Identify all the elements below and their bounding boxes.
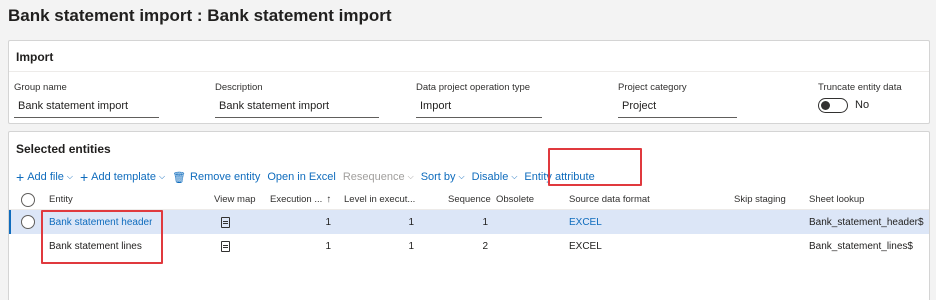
toggle-knob xyxy=(821,100,830,110)
select-all-radio[interactable] xyxy=(21,190,35,209)
divider xyxy=(9,71,929,72)
project-category-label: Project category xyxy=(618,82,687,93)
chevron-down-icon: ⌵ xyxy=(158,172,166,181)
column-header-obsolete[interactable]: Obsolete xyxy=(496,190,534,209)
truncate-value: No xyxy=(855,99,870,111)
trash-icon: 🗑 xyxy=(172,171,187,184)
sheet-lookup-cell: Bank_statement_lines$ xyxy=(809,240,913,252)
selected-entities-title[interactable]: Selected entities xyxy=(16,142,111,156)
chevron-down-icon: ⌵ xyxy=(458,172,465,181)
execution-header-label: Execution ... xyxy=(270,194,323,205)
group-name-field: Group name Bank statement import xyxy=(14,82,159,118)
truncate-toggle-wrap: No xyxy=(818,96,869,114)
column-header-sequence[interactable]: Sequence xyxy=(448,190,491,209)
import-section: Import Group name Bank statement import … xyxy=(8,40,930,124)
resequence-button[interactable]: Resequence ⌵ xyxy=(343,171,414,183)
group-name-label: Group name xyxy=(14,82,67,93)
disable-button[interactable]: Disable ⌵ xyxy=(472,171,518,183)
add-file-button[interactable]: + Add file ⌵ xyxy=(16,169,73,185)
radio-icon xyxy=(21,192,35,207)
level-cell: 1 xyxy=(408,216,414,228)
source-format-cell: EXCEL xyxy=(569,240,602,252)
level-cell: 1 xyxy=(408,240,414,252)
sort-by-button[interactable]: Sort by ⌵ xyxy=(421,171,465,183)
remove-entity-button[interactable]: 🗑 Remove entity xyxy=(172,171,260,184)
entities-toolbar: + Add file ⌵ + Add template ⌵ 🗑 Remove e… xyxy=(16,168,602,186)
operation-type-label: Data project operation type xyxy=(416,82,531,93)
source-format-cell[interactable]: EXCEL xyxy=(569,210,602,234)
execution-cell: 1 xyxy=(325,240,331,252)
column-header-sheet-lookup[interactable]: Sheet lookup xyxy=(809,190,864,209)
disable-label: Disable xyxy=(471,171,509,183)
view-map-cell[interactable] xyxy=(221,210,230,234)
plus-icon: + xyxy=(79,169,89,185)
group-name-input[interactable]: Bank statement import xyxy=(14,96,159,118)
execution-cell: 1 xyxy=(325,216,331,228)
entity-attribute-highlight xyxy=(548,148,642,186)
column-header-view-map[interactable]: View map xyxy=(214,190,256,209)
add-template-label: Add template xyxy=(91,171,156,183)
entity-rows-highlight xyxy=(41,210,163,264)
radio-icon xyxy=(21,215,35,229)
add-template-button[interactable]: + Add template ⌵ xyxy=(79,169,166,185)
view-map-cell[interactable] xyxy=(221,234,230,258)
chevron-down-icon: ⌵ xyxy=(511,172,518,181)
column-header-level[interactable]: Level in execut... xyxy=(344,190,415,209)
sheet-lookup-cell: Bank_statement_header$ xyxy=(809,216,924,228)
column-header-source-format[interactable]: Source data format xyxy=(569,190,650,209)
truncate-toggle[interactable] xyxy=(818,97,848,113)
operation-type-select[interactable]: Import xyxy=(416,96,542,118)
import-section-title[interactable]: Import xyxy=(16,50,53,64)
sequence-cell: 2 xyxy=(482,240,488,252)
truncate-field: Truncate entity data No xyxy=(818,82,902,113)
column-header-execution[interactable]: Execution ... ↑ xyxy=(270,190,331,209)
open-in-excel-button[interactable]: Open in Excel xyxy=(267,171,335,183)
add-file-label: Add file xyxy=(27,171,64,183)
column-header-skip-staging[interactable]: Skip staging xyxy=(734,190,786,209)
column-header-entity[interactable]: Entity xyxy=(49,190,73,209)
sequence-cell: 1 xyxy=(482,216,488,228)
description-field: Description Bank statement import xyxy=(215,82,379,118)
plus-icon: + xyxy=(16,169,25,185)
project-category-field: Project category Project xyxy=(618,82,737,118)
sort-by-label: Sort by xyxy=(420,171,456,183)
grid-header-row: Entity View map Execution ... ↑ Level in… xyxy=(9,190,929,210)
resequence-label: Resequence xyxy=(342,171,405,183)
row-select-radio[interactable] xyxy=(21,210,35,234)
truncate-label: Truncate entity data xyxy=(818,82,902,93)
project-category-select[interactable]: Project xyxy=(618,96,737,118)
page-title: Bank statement import : Bank statement i… xyxy=(8,6,392,25)
description-label: Description xyxy=(215,82,263,93)
description-input[interactable]: Bank statement import xyxy=(215,96,379,118)
chevron-down-icon: ⌵ xyxy=(66,172,73,181)
operation-type-field: Data project operation type Import xyxy=(416,82,542,118)
sort-up-icon: ↑ xyxy=(326,194,332,205)
view-map-icon xyxy=(221,216,230,228)
chevron-down-icon: ⌵ xyxy=(407,172,414,181)
open-in-excel-label: Open in Excel xyxy=(267,171,336,183)
view-map-icon xyxy=(221,240,230,252)
remove-entity-label: Remove entity xyxy=(190,171,261,183)
